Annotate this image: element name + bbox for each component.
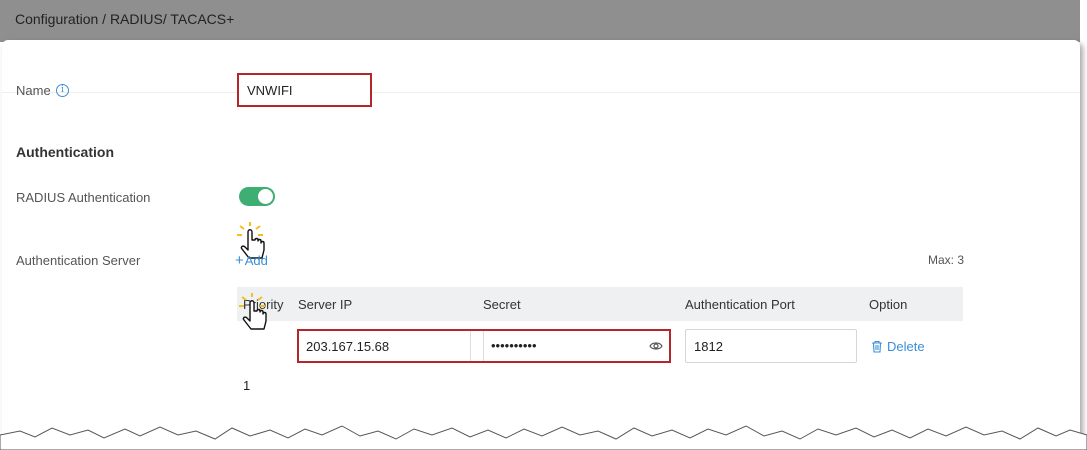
panel-divider (2, 92, 1080, 93)
name-label: Name (16, 83, 51, 98)
server-ip-input[interactable]: 203.167.15.68 (306, 339, 389, 354)
torn-edge-decoration (0, 425, 1087, 450)
secret-input[interactable]: •••••••••• (491, 338, 537, 353)
toggle-knob (258, 189, 273, 204)
server-credentials-highlight: 203.167.15.68 •••••••••• (297, 329, 671, 363)
delete-label: Delete (887, 339, 925, 354)
field-divider (483, 331, 484, 361)
eye-icon[interactable] (649, 340, 663, 352)
table-header: Priority Server IP Secret Authentication… (237, 287, 963, 321)
breadcrumb: Configuration / RADIUS/ TACACS+ (0, 0, 1080, 42)
column-server-ip: Server IP (298, 297, 353, 312)
radius-auth-toggle[interactable] (239, 187, 275, 206)
info-icon[interactable]: i (56, 84, 69, 97)
add-label: Add (244, 253, 268, 268)
breadcrumb-text: Configuration / RADIUS/ TACACS+ (15, 11, 235, 27)
priority-cell: 1 (243, 378, 251, 393)
radius-auth-label: RADIUS Authentication (16, 190, 151, 205)
name-input[interactable] (237, 73, 372, 107)
auth-server-label: Authentication Server (16, 253, 141, 268)
column-auth-port: Authentication Port (685, 297, 795, 312)
trash-icon (872, 340, 882, 353)
field-divider (470, 331, 471, 361)
hand-cursor-icon (238, 293, 282, 337)
config-panel (2, 40, 1080, 450)
auth-port-input[interactable] (685, 329, 857, 363)
column-option: Option (869, 297, 908, 312)
delete-button[interactable]: Delete (871, 339, 925, 354)
section-title-authentication: Authentication (16, 144, 114, 160)
plus-icon: + (235, 252, 244, 269)
max-servers-label: Max: 3 (928, 253, 965, 267)
add-server-button[interactable]: +Add (235, 252, 268, 269)
column-secret: Secret (483, 297, 521, 312)
